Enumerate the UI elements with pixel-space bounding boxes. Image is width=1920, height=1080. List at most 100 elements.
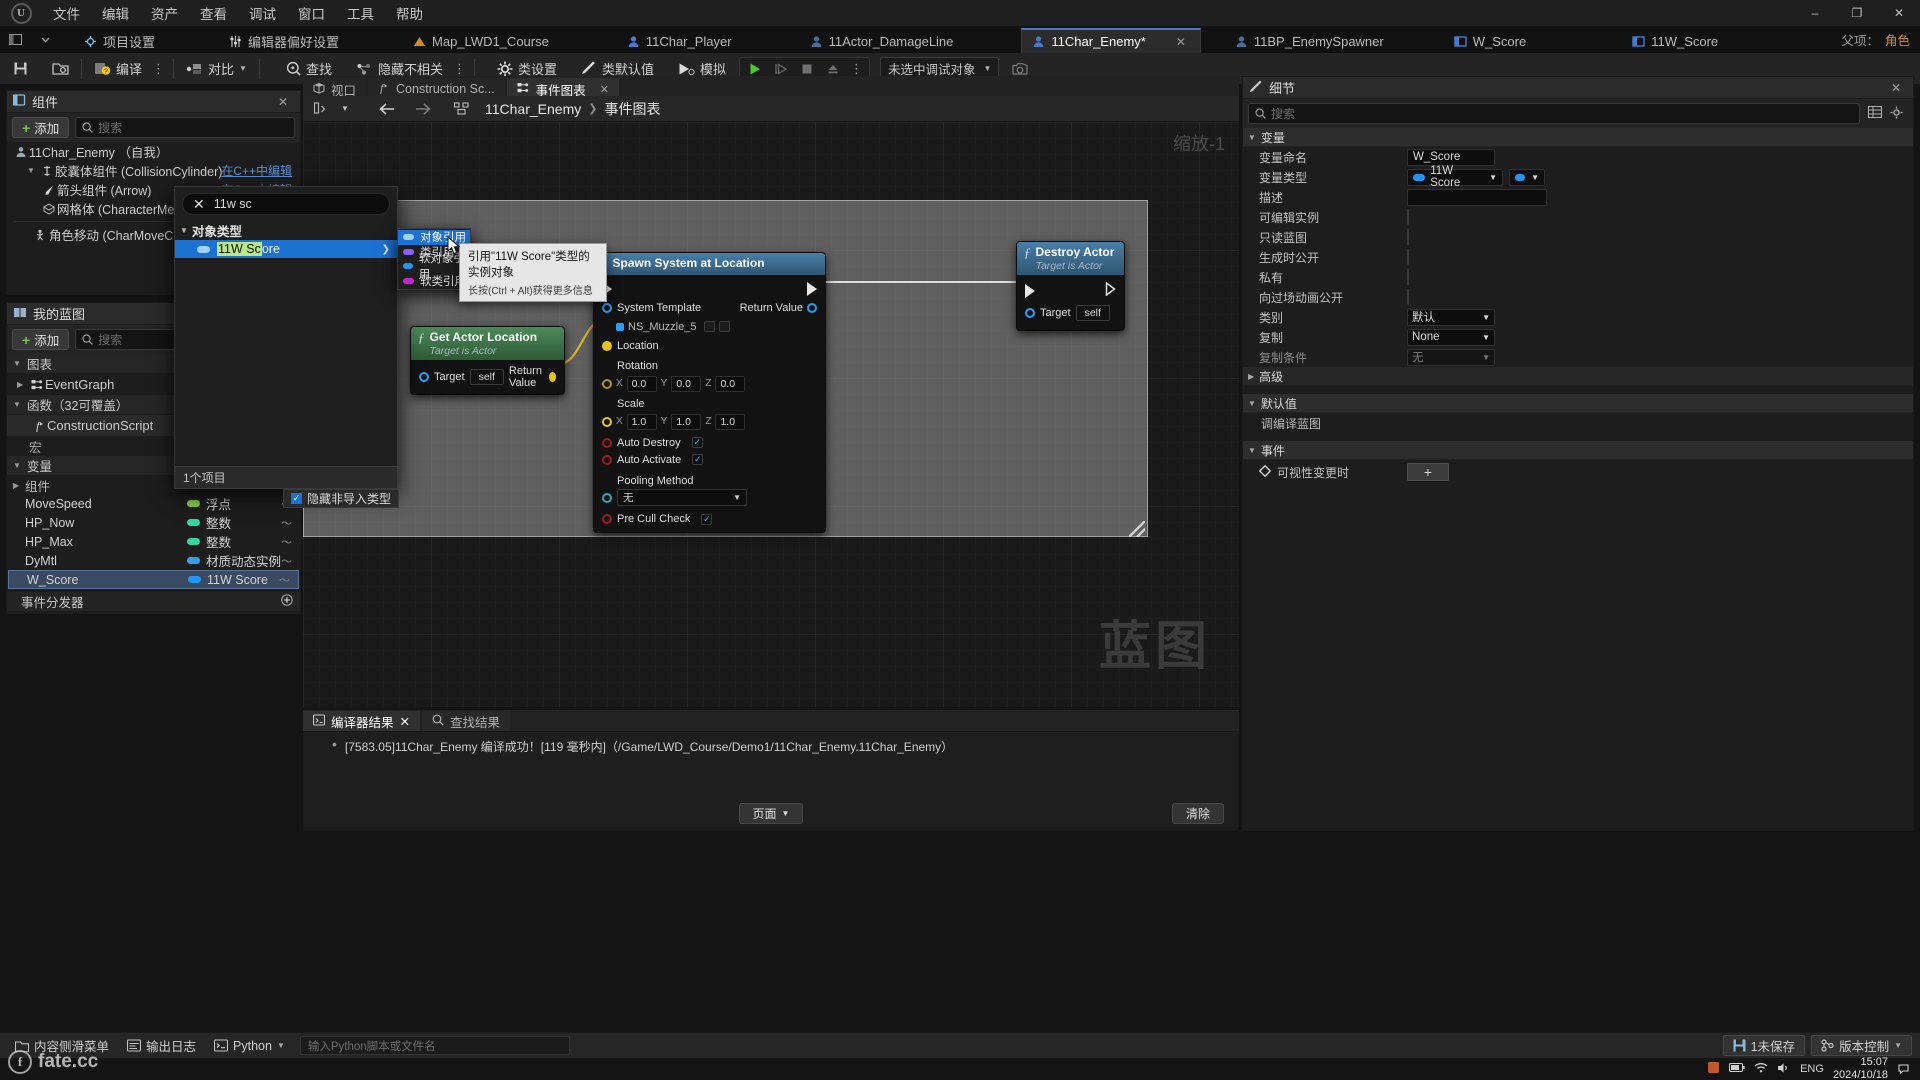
object-pin[interactable]: [419, 372, 429, 383]
menu-asset[interactable]: 资产: [140, 0, 189, 26]
hierarchy-icon[interactable]: [451, 99, 471, 119]
expose-on-spawn-checkbox[interactable]: [1407, 249, 1409, 265]
scale-z-input[interactable]: 1.0: [715, 413, 746, 430]
variable-row-movespeed[interactable]: MoveSpeed 浮点 〜: [7, 494, 300, 513]
target-self-value[interactable]: self: [469, 369, 504, 386]
menu-tools[interactable]: 工具: [336, 0, 385, 26]
details-section-events[interactable]: ▼ 事件: [1243, 441, 1913, 460]
diff-button[interactable]: 对比 ▼: [179, 56, 254, 82]
vector-pin[interactable]: [602, 340, 612, 351]
use-selected-asset-icon[interactable]: [719, 321, 731, 333]
blueprint-readonly-checkbox[interactable]: [1407, 229, 1409, 245]
tray-battery-icon[interactable]: [1729, 1062, 1745, 1076]
parent-value[interactable]: 角色: [1885, 30, 1910, 49]
add-component-button[interactable]: + 添加: [12, 117, 70, 138]
tab-w-score[interactable]: W_Score: [1444, 28, 1540, 53]
type-picker-search[interactable]: ✕ 11w sc: [182, 193, 390, 215]
scale-y-input[interactable]: 1.0: [671, 413, 702, 430]
chevron-down-icon[interactable]: ▼: [239, 64, 247, 73]
variable-name-input[interactable]: W_Score: [1407, 148, 1495, 166]
tray-wifi-icon[interactable]: [1754, 1062, 1768, 1076]
tray-language-label[interactable]: ENG: [1800, 1063, 1824, 1075]
exec-out-pin[interactable]: [807, 281, 817, 296]
compiler-message-row[interactable]: • [7583.05]11Char_Enemy 编译成功！[119 毫秒内]（/…: [304, 732, 1238, 755]
edit-in-cpp-link[interactable]: 在C++中编辑: [221, 162, 292, 179]
close-icon[interactable]: ✕: [272, 95, 294, 109]
visibility-toggle-icon[interactable]: 〜: [279, 572, 290, 588]
layout-icon[interactable]: [311, 99, 331, 119]
tray-app-icon[interactable]: [1707, 1061, 1720, 1077]
python-command-input[interactable]: 输入Python脚本或文件名: [299, 1036, 570, 1055]
node-system-template-value[interactable]: NS_Muzzle_5: [594, 317, 825, 336]
close-icon[interactable]: ✕: [1176, 35, 1186, 49]
tab-11w-score[interactable]: 11W_Score: [1622, 28, 1732, 53]
pre-cull-check-checkbox[interactable]: ✓: [701, 513, 713, 525]
node-destroy-actor[interactable]: ƒ Destroy Actor Target is Actor Target s…: [1016, 241, 1125, 332]
enum-pin[interactable]: [602, 492, 612, 503]
details-settings-icon[interactable]: [1890, 106, 1908, 122]
output-log-button[interactable]: 输出日志: [118, 1035, 205, 1056]
menu-window[interactable]: 窗口: [287, 0, 336, 26]
grid-view-icon[interactable]: [1865, 106, 1885, 121]
tree-row[interactable]: 11Char_Enemy （自我）: [7, 142, 300, 161]
browse-content-icon[interactable]: [45, 56, 76, 82]
play-options-icon[interactable]: ⋮: [847, 61, 866, 77]
add-blueprint-item-button[interactable]: + 添加: [12, 329, 70, 350]
breadcrumb-root[interactable]: 11Char_Enemy: [485, 101, 581, 117]
target-self-value[interactable]: self: [1075, 305, 1110, 322]
resize-handle[interactable]: [1129, 521, 1145, 537]
menu-edit[interactable]: 编辑: [91, 0, 140, 26]
tab-map-lwd1-course[interactable]: Map_LWD1_Course: [403, 28, 563, 53]
unreal-logo-icon[interactable]: U: [0, 0, 42, 26]
chevron-right-icon[interactable]: ❯: [382, 244, 390, 255]
close-icon[interactable]: ✕: [400, 714, 410, 729]
clear-button[interactable]: 清除: [1171, 803, 1224, 824]
visibility-toggle-icon[interactable]: 〜: [281, 534, 292, 550]
close-button[interactable]: ✕: [1878, 0, 1920, 26]
chevron-down-icon[interactable]: ▼: [335, 99, 355, 119]
save-button[interactable]: [6, 56, 35, 82]
close-icon[interactable]: ✕: [1885, 81, 1907, 95]
chevron-right-icon[interactable]: ▶: [13, 481, 25, 490]
chevron-down-icon[interactable]: ▼: [27, 166, 39, 175]
details-section-advanced[interactable]: ▶ 高级: [1243, 367, 1913, 386]
hide-non-exported-checkbox[interactable]: ✓: [290, 493, 302, 504]
tab-find-results[interactable]: 查找结果: [422, 711, 511, 732]
menu-help[interactable]: 帮助: [385, 0, 434, 26]
tab-compiler-results[interactable]: 编译器结果 ✕: [303, 711, 420, 732]
return-value-pin[interactable]: [807, 302, 817, 313]
compile-button[interactable]: ? 编译: [87, 56, 149, 82]
chevron-right-icon[interactable]: ▶: [17, 380, 29, 389]
details-row-event-visibility-changed[interactable]: 可视性变更时 +: [1243, 460, 1913, 484]
tab-11char-player[interactable]: 11Char_Player: [617, 28, 746, 53]
instance-editable-checkbox[interactable]: [1407, 209, 1409, 225]
bool-pin[interactable]: [602, 514, 612, 525]
add-dispatcher-icon[interactable]: [281, 594, 293, 609]
compile-options-icon[interactable]: ⋮: [149, 61, 168, 77]
return-value-pin[interactable]: [548, 372, 556, 383]
details-section-defaults[interactable]: ▼ 默认值: [1243, 394, 1913, 413]
replication-dropdown[interactable]: None ▼: [1407, 328, 1495, 346]
hide-unrelated-options-icon[interactable]: ⋮: [450, 61, 469, 77]
variable-row-hp-now[interactable]: HP_Now 整数 〜: [7, 513, 300, 532]
variable-row-w-score[interactable]: W_Score 11W Score 〜: [8, 570, 299, 589]
container-type-dropdown[interactable]: ▼: [1509, 168, 1545, 186]
menu-view[interactable]: 查看: [189, 0, 238, 26]
section-event-dispatchers[interactable]: 事件分发器: [7, 592, 300, 612]
visibility-toggle-icon[interactable]: 〜: [281, 515, 292, 531]
version-control-button[interactable]: 版本控制 ▼: [1811, 1035, 1912, 1056]
pooling-method-dropdown[interactable]: 无 ▼: [617, 489, 747, 507]
scale-x-input[interactable]: 1.0: [626, 413, 657, 430]
minimize-button[interactable]: –: [1794, 0, 1836, 26]
menu-debug[interactable]: 调试: [238, 0, 287, 26]
variable-row-dymtl[interactable]: DyMtl 材质动态实例 〜: [7, 551, 300, 570]
expose-to-cinematics-checkbox[interactable]: [1407, 289, 1409, 305]
maximize-button[interactable]: ❐: [1836, 0, 1878, 26]
close-x-icon[interactable]: ✕: [193, 196, 205, 213]
panel-icon[interactable]: [0, 26, 30, 53]
tab-project-settings[interactable]: 项目设置: [74, 28, 169, 53]
notification-icon[interactable]: [1897, 1061, 1910, 1077]
details-search-input[interactable]: 搜索: [1248, 103, 1860, 124]
rotation-y-input[interactable]: 0.0: [671, 375, 702, 392]
category-dropdown[interactable]: 默认 ▼: [1407, 308, 1495, 326]
